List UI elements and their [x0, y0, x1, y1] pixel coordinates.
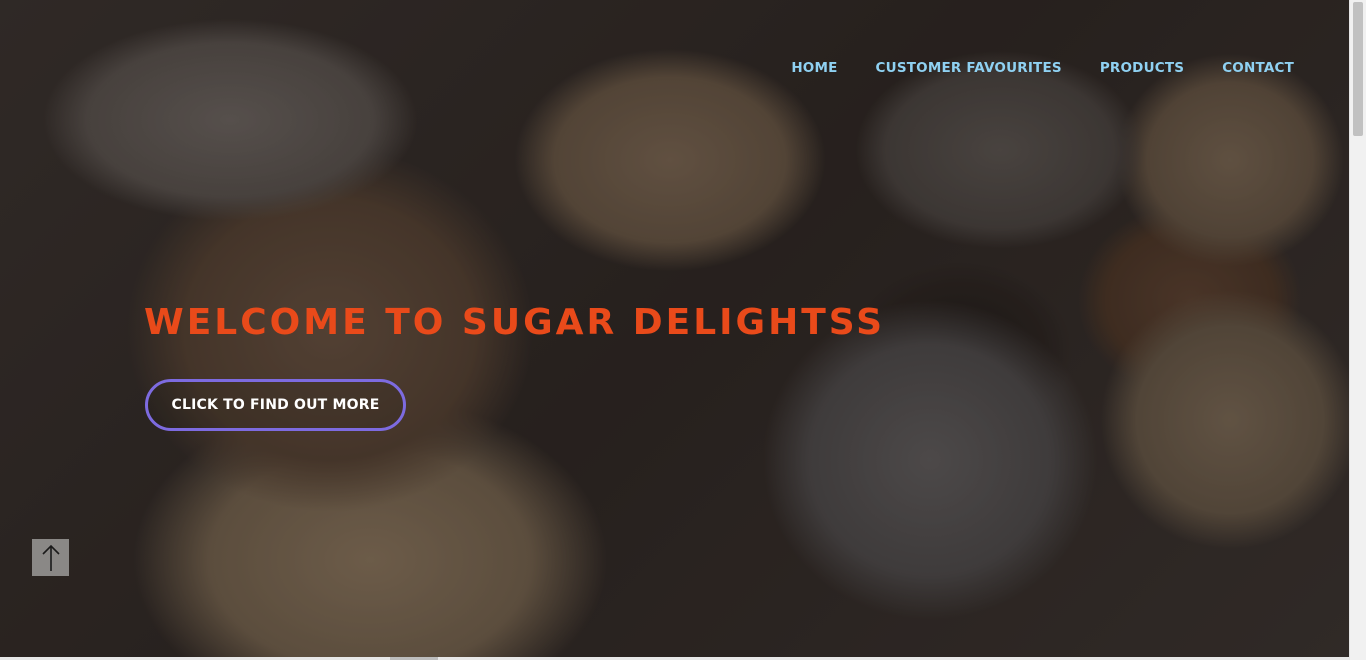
nav-customer-favourites-link[interactable]: CUSTOMER FAVOURITES	[857, 60, 1081, 76]
hero-title: WELCOME TO SUGAR DELIGHTSS	[144, 302, 886, 343]
nav-products-link[interactable]: PRODUCTS	[1081, 60, 1203, 76]
main-nav: HOME CUSTOMER FAVOURITES PRODUCTS CONTAC…	[772, 60, 1313, 76]
hero-section: HOME CUSTOMER FAVOURITES PRODUCTS CONTAC…	[0, 0, 1349, 660]
vertical-scrollbar[interactable]	[1349, 0, 1366, 660]
find-out-more-button[interactable]: CLICK TO FIND OUT MORE	[145, 379, 406, 431]
arrow-up-icon	[41, 544, 60, 571]
back-to-top-button[interactable]	[32, 539, 69, 576]
nav-home-link[interactable]: HOME	[772, 60, 856, 76]
nav-contact-link[interactable]: CONTACT	[1203, 60, 1313, 76]
vertical-scroll-thumb[interactable]	[1353, 2, 1363, 136]
